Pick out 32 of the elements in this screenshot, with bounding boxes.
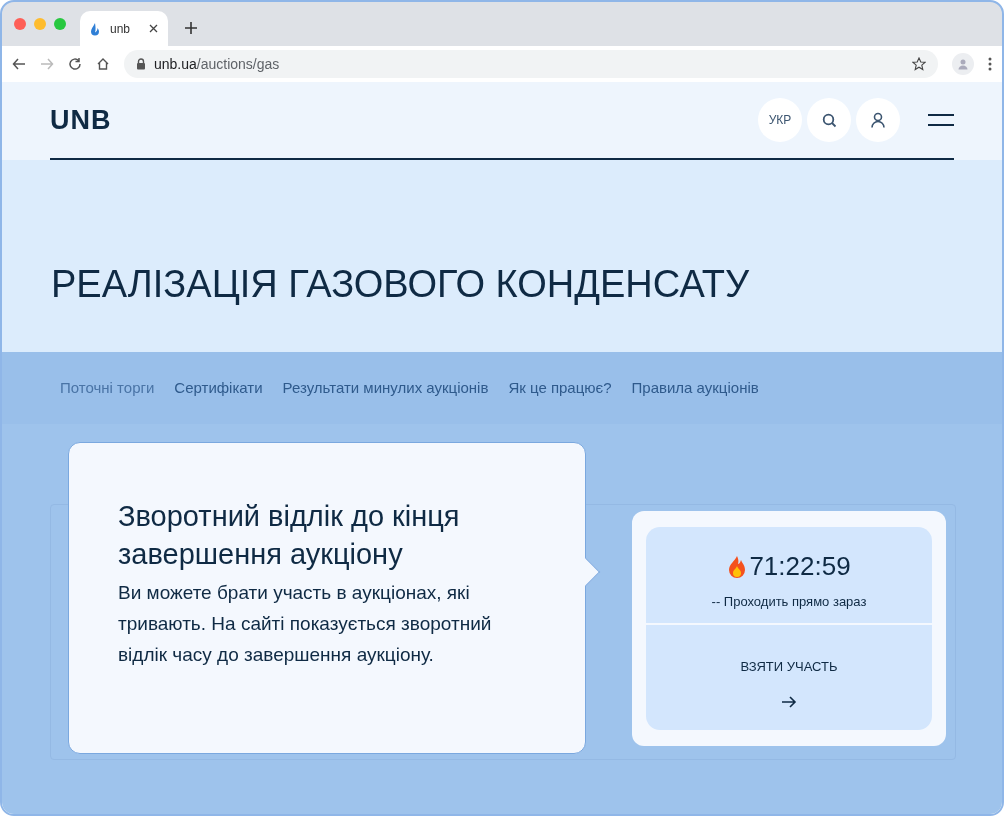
menu-button[interactable]	[928, 114, 954, 126]
page-title: РЕАЛІЗАЦІЯ ГАЗОВОГО КОНДЕНСАТУ	[51, 261, 750, 307]
tooltip-text: Ви можете брати участь в аукціонах, які тривають. На сайті показується зворотний відлік часу до завершення аукціону.	[118, 581, 493, 667]
nav-tab[interactable]: Результати минулих аукціонів	[282, 376, 489, 400]
nav-tab[interactable]: Як це працює?	[508, 376, 612, 400]
nav-tab[interactable]: Сертифікати	[174, 376, 263, 400]
more-menu-icon[interactable]	[988, 57, 992, 71]
search-button[interactable]	[807, 98, 851, 142]
address-bar[interactable]: unb.ua/auctions/gas	[124, 50, 938, 78]
participate-button[interactable]: ВЗЯТИ УЧАСТЬ	[646, 625, 932, 730]
nav-tab[interactable]: Правила аукціонів	[631, 376, 759, 400]
lock-icon	[136, 58, 146, 70]
tooltip-title: Зворотний відлік до кінця завершення аукціону	[118, 499, 461, 572]
search-icon	[821, 112, 837, 128]
auction-status: -- Проходить прямо зараз	[711, 593, 867, 611]
home-icon[interactable]	[96, 57, 110, 71]
countdown-timer: 71:22:59	[749, 550, 851, 583]
url-text: unb.ua/auctions/gas	[154, 54, 280, 74]
reload-icon[interactable]	[68, 57, 82, 71]
flame-icon	[727, 554, 748, 579]
account-button[interactable]	[856, 98, 900, 142]
browser-tab[interactable]: unb	[80, 11, 168, 46]
close-icon[interactable]	[149, 24, 158, 33]
site-logo[interactable]: UNB	[50, 99, 112, 141]
flame-drop-icon	[90, 21, 100, 36]
new-tab-icon[interactable]	[184, 21, 198, 35]
star-icon[interactable]	[912, 57, 926, 71]
tab-title: unb	[110, 20, 131, 38]
language-button[interactable]: УКР	[758, 98, 802, 142]
arrow-right-icon	[781, 694, 797, 709]
person-icon	[871, 112, 885, 128]
back-arrow-icon[interactable]	[12, 57, 26, 71]
